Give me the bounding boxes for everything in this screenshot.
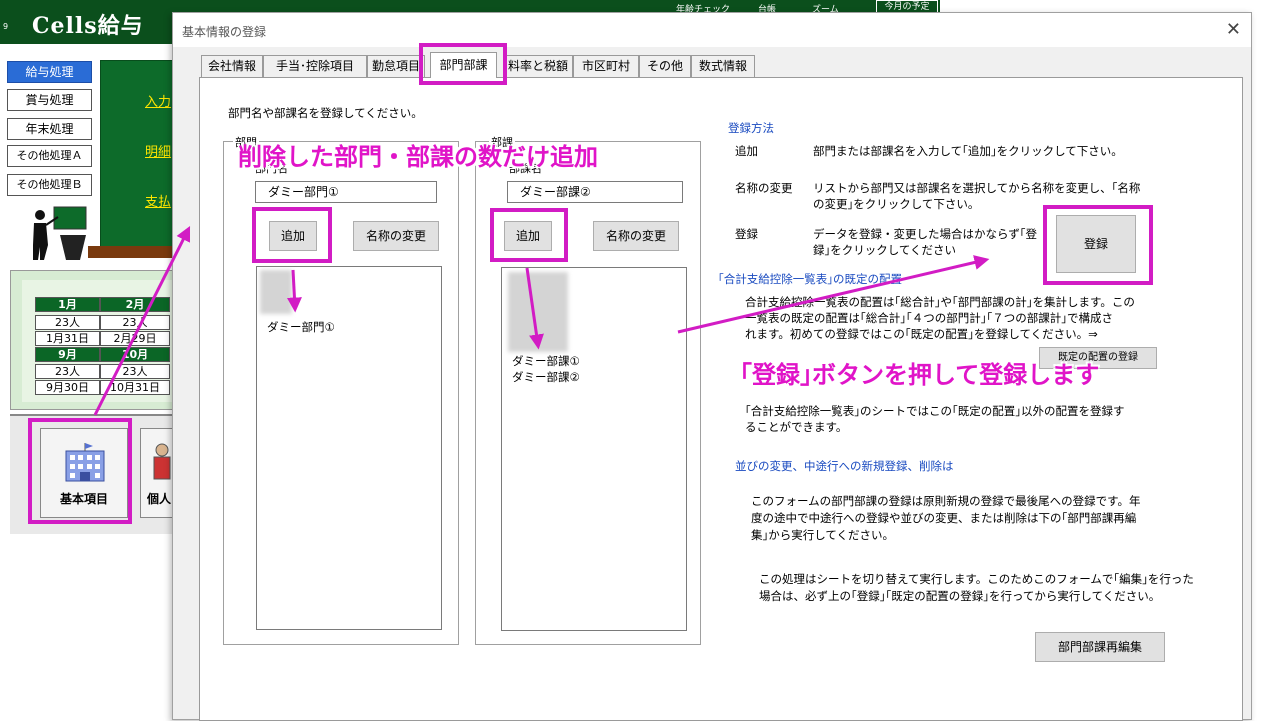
- highlight-departments-tab: [419, 43, 507, 85]
- tab-other[interactable]: その他: [639, 55, 691, 77]
- department-name-input[interactable]: ダミー部門①: [255, 181, 437, 203]
- app-title: Cells給与: [32, 13, 144, 39]
- kitei-line-2: 一覧表の既定の配置は｢総合計｣｢４つの部門計｣｢７つの部課計｣で構成さ: [745, 311, 1113, 325]
- section-list[interactable]: ダミー部課① ダミー部課②: [501, 267, 687, 631]
- side-menu-yearend[interactable]: 年末処理: [7, 118, 92, 140]
- input-link[interactable]: 入力: [145, 91, 171, 110]
- list-item[interactable]: ダミー部課①: [512, 353, 580, 369]
- personal-label: 個人: [147, 492, 172, 506]
- kitei-note-1: ｢合計支給控除一覧表｣のシートではこの｢既定の配置｣以外の配置を登録す: [745, 404, 1125, 418]
- intro-text: 部門名や部課名を登録してください。: [228, 106, 423, 120]
- kitei-line-1: 合計支給控除一覧表の配置は｢総合計｣や｢部門部課の計｣を集計します。この: [745, 295, 1135, 309]
- method-term-add: 追加: [735, 144, 758, 158]
- list-item[interactable]: ダミー部門①: [267, 319, 335, 335]
- method-desc-register-2: 録｣をクリックしてください: [813, 243, 957, 257]
- calendar-date: 10月31日: [100, 380, 170, 395]
- calendar-date: 2月29日: [100, 331, 170, 346]
- close-icon[interactable]: ✕: [1226, 19, 1241, 40]
- calendar-count: 23人: [35, 364, 100, 379]
- highlight-department-add: [252, 207, 332, 263]
- order-p1-line-1: このフォームの部門部課の登録は原則新規の登録で最後尾への登録です。年: [751, 494, 1141, 508]
- tab-municipalities[interactable]: 市区町村: [573, 55, 639, 77]
- tab-rates-taxes[interactable]: 料率と税額: [503, 55, 573, 77]
- tab-company-info[interactable]: 会社情報: [201, 55, 263, 77]
- order-p1-line-3: 集｣から実行してください。: [751, 528, 895, 542]
- highlight-section-add: [490, 208, 568, 262]
- person-icon: [153, 443, 171, 480]
- blurred-entries: [508, 272, 568, 352]
- department-rename-button[interactable]: 名称の変更: [353, 221, 439, 251]
- dialog-titlebar: 基本情報の登録 ✕: [173, 13, 1251, 47]
- order-heading: 並びの変更、中途行への新規登録、削除は: [735, 459, 954, 473]
- reedit-departments-button[interactable]: 部門部課再編集: [1035, 632, 1165, 662]
- method-desc-rename-2: の変更｣をクリックして下さい。: [813, 197, 980, 211]
- statement-link[interactable]: 明細: [145, 141, 171, 160]
- calendar-date: 1月31日: [35, 331, 100, 346]
- blurred-entries: [260, 270, 292, 314]
- board-ledge: [88, 246, 178, 258]
- calendar-month-head: 10月: [100, 347, 170, 362]
- tab-allowance-deduction[interactable]: 手当･控除項目: [263, 55, 367, 77]
- kitei-note-2: ることができます。: [745, 420, 848, 434]
- calendar-month-head: 9月: [35, 347, 100, 362]
- kitei-heading: ｢合計支給控除一覧表｣の既定の配置: [718, 272, 902, 286]
- presenter-illustration: [33, 206, 87, 260]
- order-p2-line-2: 場合は、必ず上の｢登録｣｢既定の配置の登録｣を行ってから実行してください。: [759, 589, 1161, 603]
- method-term-rename: 名称の変更: [735, 181, 793, 195]
- kitei-line-3: れます。初めての登録ではこの｢既定の配置｣を登録してください。⇒: [745, 327, 1098, 341]
- calendar-date: 9月30日: [35, 380, 100, 395]
- method-heading: 登録方法: [728, 121, 774, 135]
- department-list[interactable]: ダミー部門①: [256, 266, 442, 630]
- calendar-month-head: 1月: [35, 297, 100, 312]
- calendar-count: 23人: [35, 315, 100, 330]
- calendar-count: 23人: [100, 315, 170, 330]
- row-number: 9: [3, 22, 9, 31]
- order-p2-line-1: この処理はシートを切り替えて実行します。このためこのフォームで｢編集｣を行った: [759, 572, 1194, 586]
- callout-add-count: 削除した部門・部課の数だけ追加: [238, 143, 598, 171]
- side-menu-bonus[interactable]: 賞与処理: [7, 89, 92, 111]
- side-menu-salary[interactable]: 給与処理: [7, 61, 92, 83]
- section-rename-button[interactable]: 名称の変更: [593, 221, 679, 251]
- side-menu-other-b[interactable]: その他処理Ｂ: [7, 174, 92, 196]
- method-desc-register: データを登録・変更した場合はかならず｢登: [813, 227, 1038, 241]
- tab-formula-info[interactable]: 数式情報: [691, 55, 755, 77]
- method-desc-add: 部門または部課名を入力して｢追加｣をクリックして下さい。: [813, 144, 1123, 158]
- side-menu-other-a[interactable]: その他処理Ａ: [7, 145, 92, 167]
- highlight-register-button: [1043, 205, 1153, 285]
- payment-link[interactable]: 支払: [145, 191, 171, 210]
- dialog-title: 基本情報の登録: [182, 25, 267, 39]
- method-term-register: 登録: [735, 227, 758, 241]
- list-item[interactable]: ダミー部課②: [512, 369, 580, 385]
- callout-register: ｢登録｣ボタンを押して登録します: [740, 361, 1100, 389]
- calendar-count: 23人: [100, 364, 170, 379]
- calendar-month-head: 2月: [100, 297, 170, 312]
- order-p1-line-2: 度の途中で中途行への登録や並びの変更、または削除は下の｢部門部課再編: [751, 511, 1137, 525]
- highlight-basic-items: [28, 418, 132, 524]
- section-name-input[interactable]: ダミー部課②: [507, 181, 683, 203]
- method-desc-rename: リストから部門又は部課名を選択してから名称を変更し、｢名称: [813, 181, 1141, 195]
- tab-attendance[interactable]: 勤怠項目: [367, 55, 425, 77]
